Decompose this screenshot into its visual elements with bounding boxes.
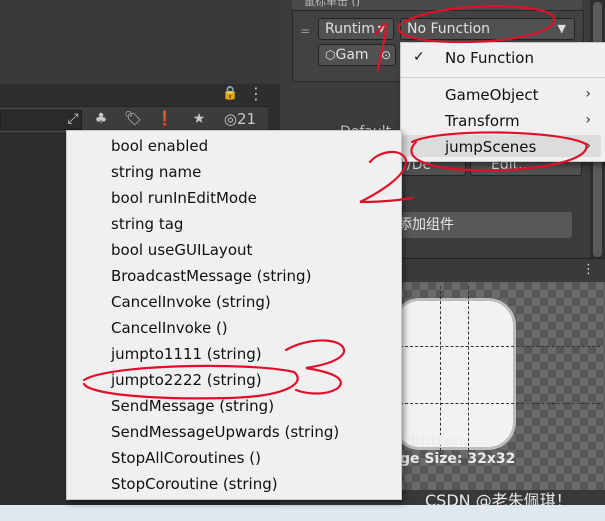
hidden-eye-icon: ◎	[223, 110, 237, 128]
lock-icon[interactable]: 🔒	[222, 86, 238, 101]
slice-guide	[468, 286, 469, 456]
menu-separator	[401, 77, 605, 78]
slice-guide	[440, 286, 441, 456]
function-menu: ✓ No Function GameObject › Transform › j…	[400, 42, 605, 162]
dropdown-arrow-icon: ▼	[557, 22, 566, 35]
menu-item-method[interactable]: string name	[111, 163, 201, 181]
menu-item-method[interactable]: CancelInvoke ()	[111, 319, 228, 337]
menu-item-transform[interactable]: Transform	[445, 112, 520, 130]
visibility-count[interactable]: ◎21	[216, 108, 264, 130]
menu-item-method[interactable]: SendMessageUpwards (string)	[111, 423, 339, 441]
panel-header-controls: 🔒 ⋮	[200, 84, 280, 106]
menu-item-method[interactable]: bool useGUILayout	[111, 241, 252, 259]
more-options-icon[interactable]: ⋮	[248, 84, 264, 103]
onclick-event-header: 鼠标单击 ()	[292, 0, 582, 10]
function-dropdown[interactable]: No Function ▼	[400, 18, 575, 40]
method-menu: bool enabled string name bool runInEditM…	[66, 130, 402, 500]
button-sprite-image	[392, 298, 516, 450]
menu-item-method[interactable]: StopCoroutine (string)	[111, 475, 278, 493]
menu-item-method[interactable]: StopAllCoroutines ()	[111, 449, 261, 467]
menu-item-method[interactable]: jumpto2222 (string)	[111, 371, 262, 389]
function-dropdown-label: No Function	[407, 21, 491, 37]
object-picker-icon[interactable]: ⊙	[381, 45, 391, 65]
favorite-star-icon[interactable]: ★	[186, 108, 212, 130]
menu-item-jumpscenes[interactable]: jumpScenes	[445, 138, 536, 156]
submenu-arrow-icon: ›	[585, 112, 591, 128]
menu-item-method[interactable]: jumpto1111 (string)	[111, 345, 262, 363]
menu-item-method[interactable]: bool runInEditMode	[111, 189, 257, 207]
slice-guide	[400, 346, 600, 347]
preview-header: ⋮	[372, 258, 605, 283]
submenu-arrow-icon: ›	[585, 138, 591, 154]
label-filter-icon[interactable]: 🏷	[120, 108, 146, 130]
shapes-filter-icon[interactable]: ♣	[88, 108, 114, 130]
menu-item-method[interactable]: string tag	[111, 215, 183, 233]
scene-view-area	[0, 0, 280, 84]
sprite-name-label: Button	[410, 433, 464, 449]
warning-icon[interactable]: ❗	[152, 108, 178, 130]
gameobject-field[interactable]: ⬡Gam ⊙	[318, 44, 396, 66]
menu-item-method[interactable]: bool enabled	[111, 137, 208, 155]
submenu-arrow-icon: ›	[585, 86, 591, 102]
cube-icon: ⬡	[325, 48, 336, 62]
watermark: CSDN @老朱佩琪！	[425, 491, 572, 510]
checkmark-icon: ✓	[413, 49, 425, 65]
menu-item-gameobject[interactable]: GameObject	[445, 86, 539, 104]
menu-item-method[interactable]: BroadcastMessage (string)	[111, 267, 311, 285]
menu-item-method[interactable]: CancelInvoke (string)	[111, 293, 271, 311]
visibility-count-label: 21	[237, 110, 257, 128]
slice-guide	[400, 403, 600, 404]
sprite-size-label: ge Size: 32x32	[400, 451, 516, 467]
menu-item-no-function[interactable]: No Function	[445, 49, 534, 67]
runtime-dropdown[interactable]: Runtim ▾	[318, 18, 394, 40]
add-component-button[interactable]: 添加组件	[372, 212, 572, 238]
menu-item-method[interactable]: SendMessage (string)	[111, 397, 274, 415]
more-options-icon[interactable]: ⋮	[582, 262, 595, 277]
maximize-icon[interactable]: ⤢	[60, 108, 86, 130]
gameobject-field-label: Gam	[335, 47, 369, 63]
drag-handle-icon[interactable]: =	[300, 24, 310, 38]
